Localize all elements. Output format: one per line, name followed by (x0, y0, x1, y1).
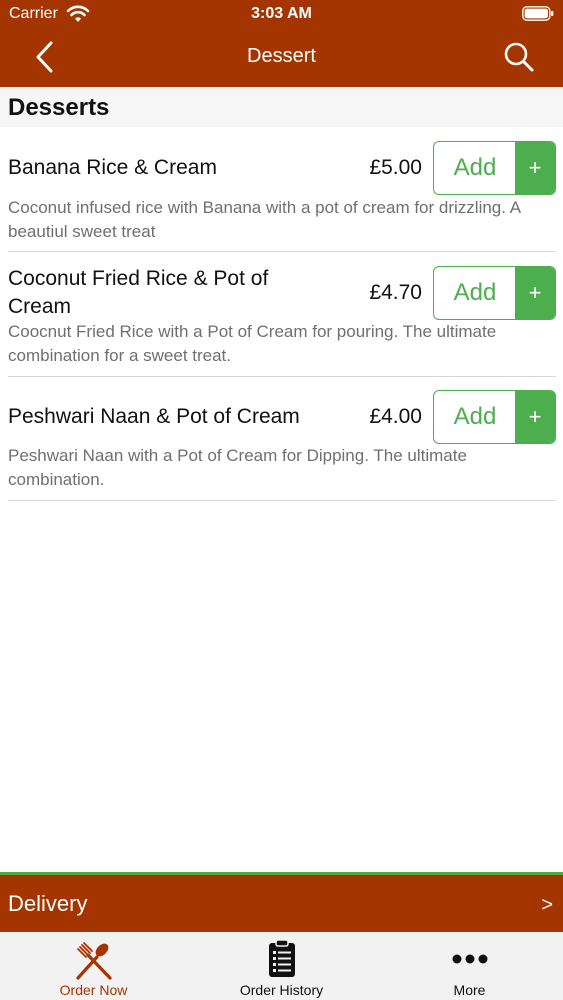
item-price: £4.00 (369, 405, 422, 428)
add-to-cart-button[interactable]: Add + (433, 266, 556, 320)
tab-label: Order History (239, 982, 324, 998)
status-bar: Carrier 3:03 AM (0, 0, 563, 28)
section-title: Desserts (8, 94, 110, 121)
navigation-bar: Dessert (0, 28, 563, 87)
menu-item[interactable]: Banana Rice & Cream £5.00 Add + Coconut … (8, 127, 556, 252)
tab-order-history[interactable]: Order History (188, 932, 375, 1000)
status-time: 3:03 AM (251, 5, 312, 22)
more-dots-icon (452, 954, 487, 964)
add-button-label: Add (453, 403, 497, 430)
menu-item[interactable]: Coconut Fried Rice & Pot of Cream £4.70 … (8, 252, 556, 377)
chevron-right-icon: > (541, 894, 553, 916)
item-name: Coconut Fried Rice & Pot of Cream (8, 267, 269, 318)
battery-icon (522, 6, 554, 21)
add-button-label: Add (453, 279, 497, 306)
item-description: Coocnut Fried Rice with a Pot of Cream f… (8, 322, 497, 365)
add-to-cart-button[interactable]: Add + (433, 141, 556, 195)
tab-label: More (453, 982, 486, 998)
tab-order-now[interactable]: Order Now (0, 932, 187, 1000)
plus-icon: + (515, 267, 555, 319)
item-price: £4.70 (369, 281, 422, 304)
tab-bar: Order Now Order History More (0, 932, 563, 1000)
add-to-cart-button[interactable]: Add + (433, 390, 556, 444)
item-description: Coconut infused rice with Banana with a … (8, 198, 521, 241)
item-price: £5.00 (369, 156, 422, 179)
item-name: Banana Rice & Cream (8, 156, 217, 179)
section-header: Desserts (0, 87, 563, 127)
delivery-bar[interactable]: Delivery > (0, 872, 563, 932)
page-title: Dessert (247, 45, 316, 67)
plus-icon: + (515, 142, 555, 194)
tab-label: Order Now (59, 982, 128, 998)
clipboard-list-icon (268, 939, 295, 977)
search-icon[interactable] (503, 41, 535, 73)
item-description: Peshwari Naan with a Pot of Cream for Di… (8, 446, 467, 489)
tab-more[interactable]: More (376, 932, 563, 1000)
add-button-label: Add (453, 154, 497, 181)
item-name: Peshwari Naan & Pot of Cream (8, 405, 300, 428)
delivery-label: Delivery (8, 891, 88, 916)
plus-icon: + (515, 391, 555, 443)
menu-item[interactable]: Peshwari Naan & Pot of Cream £4.00 Add +… (8, 377, 556, 501)
fork-spoon-icon (75, 942, 112, 980)
